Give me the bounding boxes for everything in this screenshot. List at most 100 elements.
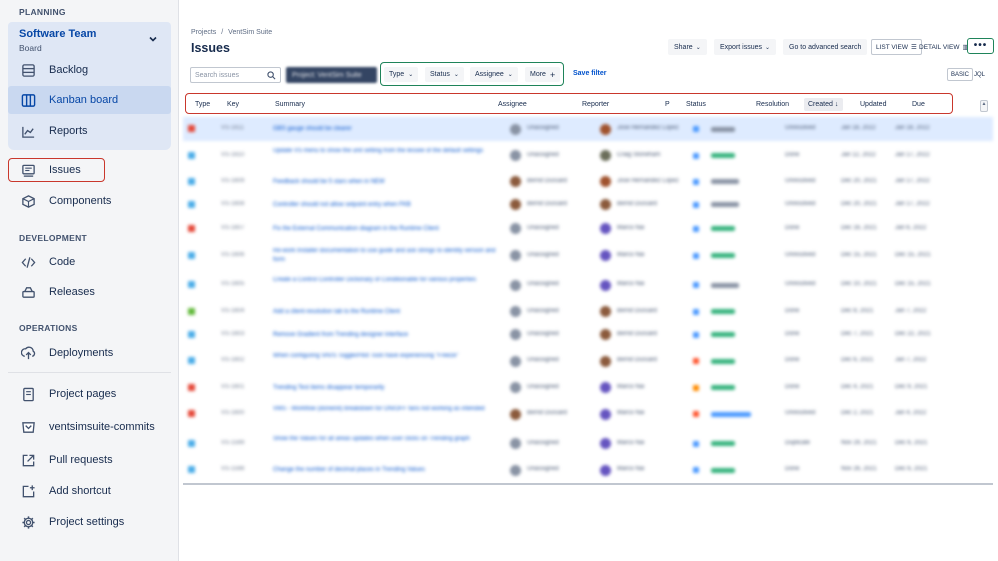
project-filter-button[interactable]: Project: VentSim Suite	[286, 67, 377, 83]
issue-summary[interactable]: Controller should not allow setpoint ent…	[273, 201, 501, 210]
issue-key[interactable]: VS-1603	[221, 331, 244, 337]
column-header-summary[interactable]: Summary	[275, 101, 305, 108]
issue-summary[interactable]: GBS gauge should be clearer	[273, 125, 501, 134]
issue-summary[interactable]: Change the number of decimal places in T…	[273, 466, 501, 475]
table-row[interactable]: VS-1601 Trending Test items disappear tem…	[183, 376, 993, 399]
share-button[interactable]: Share ⌄	[668, 39, 707, 55]
issue-summary[interactable]: Feedback should be 5 stars when in NEW	[273, 178, 501, 187]
issue-key[interactable]: VS-1608	[221, 201, 244, 207]
column-header-due[interactable]: Due	[912, 101, 925, 108]
table-row[interactable]: VS-1602 When configuring VAVS Toggle/Pilo…	[183, 346, 993, 376]
issue-key[interactable]: VS-1604	[221, 308, 244, 314]
issue-key[interactable]: VS-1609	[221, 178, 244, 184]
sidebar-item-project-pages[interactable]: Project pages	[8, 380, 171, 408]
advanced-search-button[interactable]: Go to advanced search	[783, 39, 868, 55]
issue-reporter: Bernd Dussard	[617, 200, 658, 207]
issue-key[interactable]: VS-1606	[221, 252, 244, 258]
more-filters-button[interactable]: More +	[525, 67, 561, 82]
table-row[interactable]: VS-1604 Add a client-resolution tab to th…	[183, 300, 993, 323]
sidebar-item-label: Code	[49, 256, 76, 268]
column-header-updated[interactable]: Updated	[860, 101, 886, 108]
avatar	[600, 438, 611, 449]
sidebar-item-commits-repo[interactable]: ventsimsuite-commits	[8, 413, 171, 441]
issue-resolution: Done	[785, 357, 800, 363]
sidebar-item-components[interactable]: Components	[8, 187, 171, 215]
issue-key[interactable]: VS-1601	[221, 384, 244, 390]
table-row[interactable]: VS-1609 Feedback should be 5 stars when i…	[183, 170, 993, 193]
column-header-assignee[interactable]: Assignee	[498, 101, 527, 108]
table-row[interactable]: VS-1610 Update VS menu to show the unit s…	[183, 141, 993, 170]
issue-key[interactable]: VS-1602	[221, 357, 244, 363]
export-issues-button[interactable]: Export issues ⌄	[714, 39, 777, 55]
issue-key[interactable]: VS-1598	[221, 466, 244, 472]
issue-summary[interactable]: Show the Values for all areas updates wh…	[273, 435, 501, 453]
issue-summary[interactable]: Add a client-resolution tab to the Runti…	[273, 308, 501, 317]
issue-key[interactable]: VS-1605	[221, 281, 244, 287]
save-filter-link[interactable]: Save filter	[573, 70, 606, 77]
sidebar-item-project-settings[interactable]: Project settings	[8, 508, 171, 536]
column-header-created[interactable]: Created ↓	[804, 98, 843, 111]
sidebar-item-pull-requests[interactable]: Pull requests	[8, 446, 171, 474]
column-header-resolution[interactable]: Resolution	[756, 101, 789, 108]
table-row[interactable]: VS-1603 Remove Gradient from Trending des…	[183, 323, 993, 346]
issue-summary[interactable]: VMS - Workflow (doneinit) breakdown for …	[273, 405, 501, 423]
plus-icon: +	[549, 69, 556, 80]
sidebar-item-releases[interactable]: Releases	[8, 278, 171, 306]
column-header-key[interactable]: Key	[227, 101, 239, 108]
issue-key[interactable]: VS-1599	[221, 440, 244, 446]
issue-type-icon	[188, 177, 195, 185]
table-row[interactable]: VS-1599 Show the Values for all areas upd…	[183, 429, 993, 458]
issue-key[interactable]: VS-1607	[221, 225, 244, 231]
more-actions-button[interactable]: •••	[967, 38, 994, 54]
type-filter-button[interactable]: Type ⌄	[384, 67, 419, 82]
issue-key[interactable]: VS-1600	[221, 410, 244, 416]
project-switcher[interactable]: Software Team Board	[8, 22, 171, 60]
table-row[interactable]: VS-1611 GBS gauge should be clearer Unassi…	[183, 117, 993, 141]
issue-key[interactable]: VS-1610	[221, 152, 244, 158]
search-placeholder: Search issues	[195, 71, 239, 79]
table-row[interactable]: VS-1598 Change the number of decimal plac…	[183, 458, 993, 482]
share-label: Share	[674, 43, 693, 51]
code-icon	[20, 254, 36, 270]
assignee-filter-button[interactable]: Assignee ⌄	[470, 67, 518, 82]
breadcrumb-projects[interactable]: Projects	[191, 29, 216, 36]
column-header-status[interactable]: Status	[686, 101, 706, 108]
issue-summary[interactable]: Create a Control Controller Dictionary o…	[273, 276, 501, 294]
table-row[interactable]: VS-1605 Create a Control Controller Dicti…	[183, 270, 993, 300]
priority-icon	[693, 358, 699, 364]
issue-updated: Dec 9, 2021	[895, 383, 928, 390]
search-input[interactable]: Search issues	[190, 67, 281, 83]
status-lozenge	[711, 202, 739, 207]
sidebar-divider	[8, 372, 171, 373]
sidebar-item-add-shortcut[interactable]: Add shortcut	[8, 477, 171, 505]
breadcrumb-project[interactable]: VentSim Suite	[228, 29, 272, 36]
issue-summary[interactable]: Remove Gradient from Trending designer i…	[273, 331, 501, 340]
basic-mode-toggle[interactable]: BASIC	[947, 68, 974, 81]
column-header-type[interactable]: Type	[195, 101, 210, 108]
table-row[interactable]: VS-1607 Fix the External Communication di…	[183, 216, 993, 241]
column-header-priority[interactable]: P	[665, 101, 670, 108]
detail-view-toggle[interactable]: DETAIL VIEW ▥	[915, 39, 973, 55]
sidebar-item-deployments[interactable]: Deployments	[8, 339, 171, 367]
priority-icon	[693, 152, 699, 159]
issue-summary[interactable]: Trending Test items disappear temporaril…	[273, 384, 501, 393]
issue-summary[interactable]: Fix the External Communication diagram i…	[273, 225, 501, 234]
issue-summary[interactable]: Update VS menu to show the unit setting …	[273, 147, 501, 165]
issue-resolution: Done	[785, 466, 800, 472]
table-row[interactable]: VS-1608 Controller should not allow setpo…	[183, 193, 993, 216]
sidebar-item-label: Add shortcut	[49, 485, 111, 497]
status-filter-button[interactable]: Status ⌄	[425, 67, 464, 82]
sidebar-item-code[interactable]: Code	[8, 248, 171, 276]
issue-summary[interactable]: When configuring VAVS Toggle/Pilot Toon …	[273, 352, 501, 370]
issue-created: Dec 20, 2021	[841, 177, 877, 184]
issue-key[interactable]: VS-1611	[221, 125, 244, 131]
column-header-reporter[interactable]: Reporter	[582, 101, 609, 108]
table-row[interactable]: VS-1606 Re-work Installer documentation t…	[183, 241, 993, 270]
sidebar-item-reports[interactable]: Reports	[8, 117, 171, 145]
issue-summary[interactable]: Re-work Installer documentation to use g…	[273, 247, 501, 265]
sidebar-item-label: Deployments	[49, 347, 114, 359]
sidebar-item-kanban-board[interactable]: Kanban board	[8, 86, 171, 114]
jql-mode-toggle[interactable]: JQL	[971, 68, 988, 81]
sidebar-item-backlog[interactable]: Backlog	[8, 56, 171, 84]
table-row[interactable]: VS-1600 VMS - Workflow (doneinit) breakdo…	[183, 399, 993, 429]
